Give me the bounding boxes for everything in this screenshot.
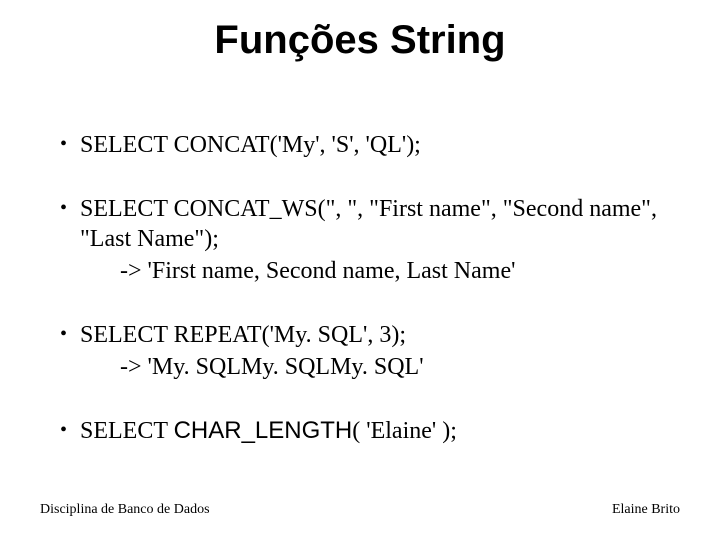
bullet-dot-icon: • [60,194,80,222]
bullet-item: • SELECT REPEAT('My. SQL', 3); -> 'My. S… [60,320,660,382]
bullet-text: SELECT CONCAT_WS(", ", "First name", "Se… [80,194,660,254]
bullet-result: -> 'First name, Second name, Last Name' [120,256,660,286]
bullet-text-suffix: ( 'Elaine' ); [352,418,457,444]
footer-right: Elaine Brito [612,502,680,518]
bullet-text: SELECT CHAR_LENGTH( 'Elaine' ); [80,416,660,446]
slide-title: Funções String [0,18,720,63]
bullet-item: • SELECT CONCAT('My', 'S', 'QL'); [60,130,660,160]
bullet-dot-icon: • [60,320,80,348]
bullet-text-func: CHAR_LENGTH [174,417,353,444]
bullet-item: • SELECT CHAR_LENGTH( 'Elaine' ); [60,416,660,446]
footer-left: Disciplina de Banco de Dados [40,502,210,518]
slide-footer: Disciplina de Banco de Dados Elaine Brit… [40,502,680,518]
slide: Funções String • SELECT CONCAT('My', 'S'… [0,0,720,540]
bullet-text-prefix: SELECT [80,418,174,444]
bullet-item: • SELECT CONCAT_WS(", ", "First name", "… [60,194,660,286]
bullet-dot-icon: • [60,130,80,158]
bullet-text: SELECT REPEAT('My. SQL', 3); [80,320,660,350]
bullet-text: SELECT CONCAT('My', 'S', 'QL'); [80,130,660,160]
bullet-result: -> 'My. SQLMy. SQLMy. SQL' [120,352,660,382]
bullet-dot-icon: • [60,416,80,444]
slide-content: • SELECT CONCAT('My', 'S', 'QL'); • SELE… [60,130,660,480]
